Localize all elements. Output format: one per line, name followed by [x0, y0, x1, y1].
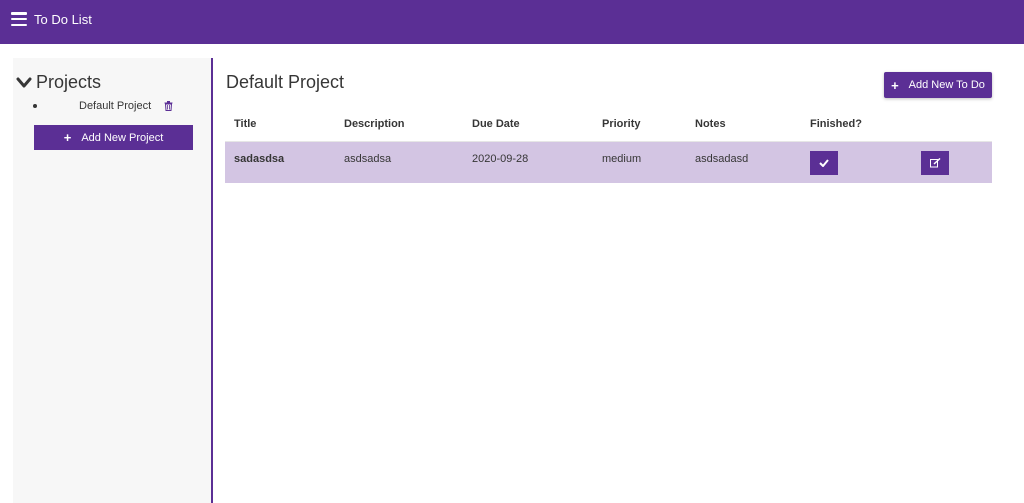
- add-project-label: Add New Project: [81, 131, 164, 144]
- edit-icon: [929, 157, 941, 167]
- add-todo-button[interactable]: + Add New To Do: [884, 72, 992, 98]
- chevron-down-icon[interactable]: [16, 76, 32, 90]
- column-header-notes: Notes: [686, 108, 801, 142]
- projects-header[interactable]: Projects: [16, 72, 101, 93]
- column-header-due-date: Due Date: [463, 108, 593, 142]
- project-title: Default Project: [226, 72, 345, 92]
- todo-description: asdsadsa: [344, 152, 392, 165]
- todo-finished-cell: [801, 141, 912, 183]
- todo-notes: asdsadasd: [695, 152, 749, 165]
- todo-title: sadasdsa: [234, 152, 285, 165]
- plus-icon: +: [891, 77, 899, 93]
- project-label[interactable]: Default Project: [79, 100, 151, 112]
- mark-finished-button[interactable]: [810, 150, 838, 175]
- table-row[interactable]: sadasdsa asdsadsa 2020-09-28 medium asds…: [225, 141, 992, 183]
- column-header-finished: Finished?: [801, 108, 912, 142]
- todo-table: Title Description Due Date Priority Note…: [225, 108, 992, 183]
- column-header-description: Description: [335, 108, 463, 142]
- project-list-item[interactable]: Default Project: [33, 100, 203, 112]
- add-todo-label: Add New To Do: [908, 79, 985, 91]
- todo-priority: medium: [602, 152, 642, 165]
- checkmark-icon: [819, 158, 829, 167]
- edit-todo-button[interactable]: [921, 150, 949, 175]
- column-header-actions: [912, 108, 992, 142]
- column-header-title: Title: [225, 108, 335, 142]
- hamburger-menu-icon[interactable]: [11, 12, 27, 26]
- column-header-priority: Priority: [593, 108, 686, 142]
- projects-sidebar: Projects Default Project + Add New Proje…: [13, 58, 213, 503]
- trash-icon[interactable]: [164, 101, 173, 111]
- todo-actions-cell: [912, 141, 992, 183]
- add-project-button[interactable]: + Add New Project: [34, 125, 193, 150]
- top-navbar: To Do List: [0, 0, 1024, 44]
- sidebar-title: Projects: [36, 72, 102, 92]
- bullet-icon: [33, 104, 37, 108]
- table-header-row: Title Description Due Date Priority Note…: [225, 108, 992, 142]
- todo-due-date: 2020-09-28: [472, 152, 529, 165]
- app-title: To Do List: [34, 11, 92, 27]
- plus-icon: +: [63, 130, 72, 145]
